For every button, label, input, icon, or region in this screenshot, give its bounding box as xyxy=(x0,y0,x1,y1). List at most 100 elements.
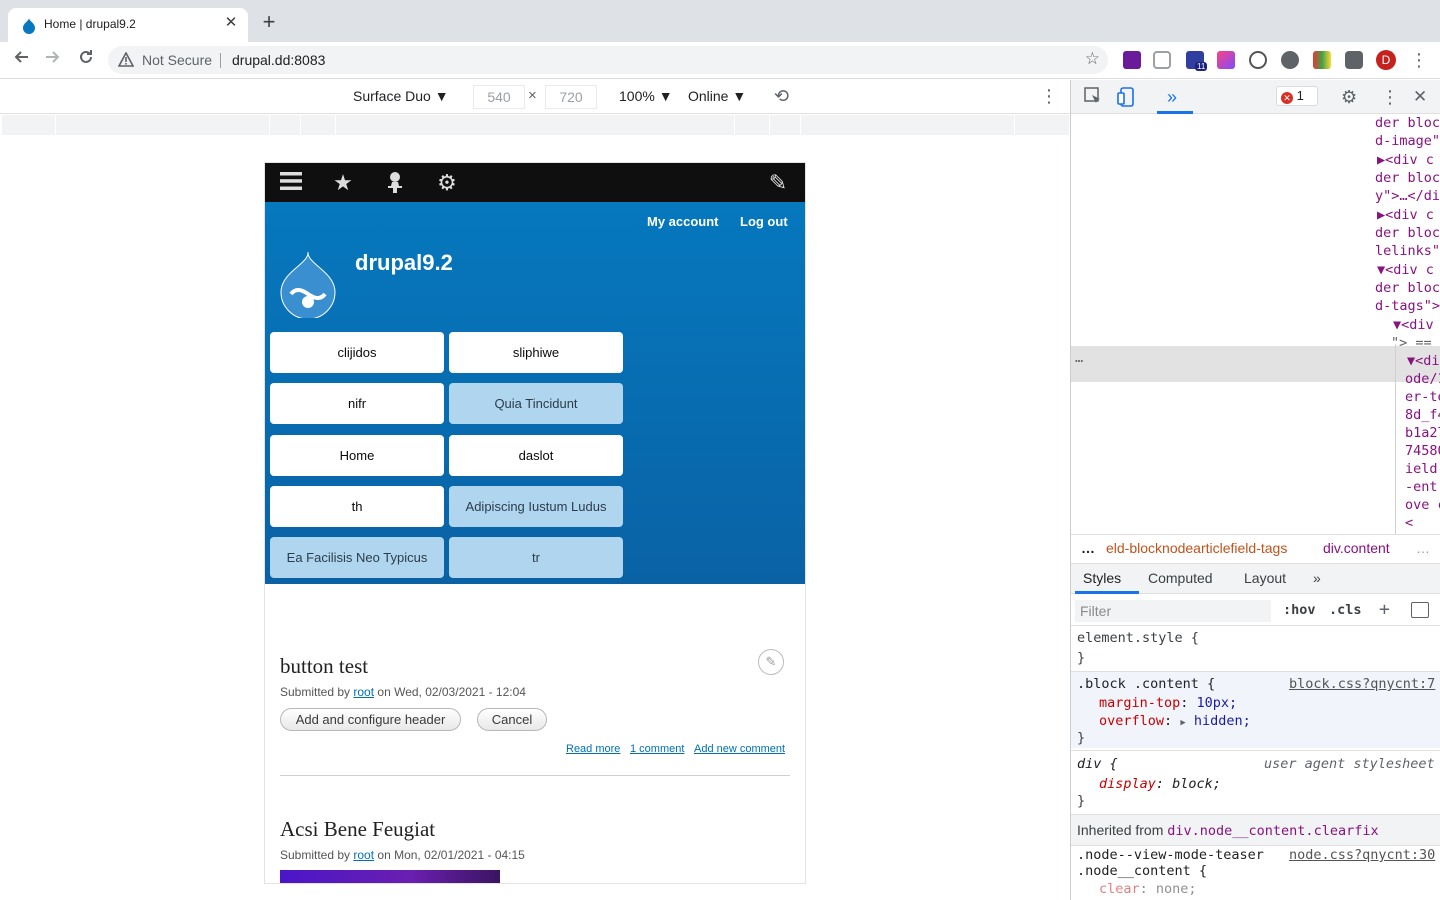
menu-item-clijidos[interactable]: clijidos xyxy=(270,332,444,373)
css-declaration[interactable]: margin-top: 10px; xyxy=(1099,695,1237,711)
reload-icon[interactable] xyxy=(75,49,97,71)
dom-node-line[interactable]: 74580 xyxy=(1405,442,1440,460)
forward-icon[interactable] xyxy=(42,49,64,71)
address-bar[interactable]: Not Secure drupal.dd:8083 ☆ xyxy=(108,46,1108,74)
dom-node-line[interactable]: -ent xyxy=(1405,478,1438,496)
dom-node-line[interactable]: d-tags"> xyxy=(1375,297,1440,315)
menu-item-sliphiwe[interactable]: sliphiwe xyxy=(449,332,623,373)
profile-avatar[interactable]: D xyxy=(1376,50,1396,70)
bookmark-star-icon[interactable]: ☆ xyxy=(1085,49,1100,69)
dom-node-line[interactable]: er-te xyxy=(1405,388,1440,406)
rule-selector[interactable]: .block .content { xyxy=(1077,676,1215,692)
author-link[interactable]: root xyxy=(353,685,374,699)
menu-item-quia-tincidunt[interactable]: Quia Tincidunt xyxy=(449,383,623,424)
chrome-menu-icon[interactable]: ⋮ xyxy=(1410,48,1428,72)
tab-computed[interactable]: Computed xyxy=(1148,570,1213,586)
menu-item-adipiscing-iustum-ludus[interactable]: Adipiscing Iustum Ludus xyxy=(449,486,623,527)
more-tabs-icon[interactable]: » xyxy=(1313,570,1321,586)
cls-toggle[interactable]: .cls xyxy=(1329,602,1362,618)
viewport-height-input[interactable]: 720 xyxy=(545,85,597,109)
toggle-sidebar-icon[interactable] xyxy=(1411,602,1429,618)
close-tab-icon[interactable]: ✕ xyxy=(222,14,240,32)
dom-node-line[interactable]: ▼<di xyxy=(1407,352,1440,370)
tab-styles[interactable]: Styles xyxy=(1083,570,1121,586)
back-icon[interactable] xyxy=(10,49,32,71)
device-select[interactable]: Surface Duo ▼ xyxy=(353,88,449,104)
error-counter[interactable]: ✕ 1 xyxy=(1276,86,1318,106)
dom-node-line[interactable]: der bloc xyxy=(1375,224,1440,242)
rule-source-link[interactable]: block.css?qnycnt:7 xyxy=(1289,676,1435,692)
author-link[interactable]: root xyxy=(353,848,374,862)
extension-pen-icon[interactable] xyxy=(1123,51,1141,69)
viewport-width-input[interactable]: 540 xyxy=(473,85,525,109)
extension-color-icon[interactable] xyxy=(1217,51,1235,69)
cancel-button[interactable]: Cancel xyxy=(477,708,547,731)
hov-toggle[interactable]: :hov xyxy=(1283,602,1316,618)
extension-camera-icon[interactable] xyxy=(1153,51,1171,69)
hamburger-menu-icon[interactable] xyxy=(279,171,303,195)
styles-filter-input[interactable]: Filter xyxy=(1075,600,1271,622)
zoom-select[interactable]: 100% ▼ xyxy=(619,88,673,104)
device-more-icon[interactable]: ⋮ xyxy=(1040,86,1058,107)
device-toggle-icon[interactable] xyxy=(1117,87,1135,112)
add-new-comment-link[interactable]: Add new comment xyxy=(694,743,785,755)
devtools-close-icon[interactable]: ✕ xyxy=(1413,87,1427,107)
url-text[interactable]: drupal.dd:8083 xyxy=(232,52,325,68)
media-query-ruler[interactable] xyxy=(2,115,1069,135)
breadcrumb-item[interactable]: div.content xyxy=(1323,540,1390,556)
breadcrumb-ellipsis[interactable]: … xyxy=(1081,540,1095,556)
add-configure-header-button[interactable]: Add and configure header xyxy=(280,708,461,731)
menu-item-th[interactable]: th xyxy=(270,486,444,527)
rotate-icon[interactable]: ⟲ xyxy=(774,86,789,107)
new-rule-icon[interactable]: + xyxy=(1379,599,1390,620)
dom-node-line[interactable]: d-image" xyxy=(1375,132,1440,150)
elements-tree[interactable]: … der bloc d-image" ▶<div c der bloc y">…</d… xyxy=(1071,114,1440,534)
dom-node-line[interactable]: 8d_f4 xyxy=(1405,406,1440,424)
breadcrumb-more[interactable]: … xyxy=(1416,540,1430,556)
tab-layout[interactable]: Layout xyxy=(1244,570,1286,586)
rule-source-link[interactable]: node.css?qnycnt:30 xyxy=(1289,847,1435,863)
dom-node-line[interactable]: der bloc xyxy=(1375,114,1440,132)
dom-node-line[interactable]: y">…</di xyxy=(1375,187,1440,205)
menu-item-tr[interactable]: tr xyxy=(449,537,623,578)
comment-count-link[interactable]: 1 comment xyxy=(630,743,684,755)
article-image[interactable] xyxy=(280,870,500,883)
menu-item-daslot[interactable]: daslot xyxy=(449,435,623,476)
article-title[interactable]: button test xyxy=(280,654,368,679)
dom-node-line[interactable]: der bloc xyxy=(1375,169,1440,187)
network-throttle-select[interactable]: Online ▼ xyxy=(688,88,746,104)
dom-node-line[interactable]: ▶<div c xyxy=(1377,206,1434,224)
rule-selector[interactable]: .node__content { xyxy=(1077,863,1207,879)
extensions-puzzle-icon[interactable] xyxy=(1345,51,1363,69)
more-panels-icon[interactable]: » xyxy=(1167,87,1177,108)
edit-pencil-icon[interactable]: ✎ xyxy=(766,171,790,195)
dom-node-line[interactable]: b1a27 xyxy=(1405,424,1440,442)
dom-node-line[interactable]: ield- xyxy=(1405,460,1440,478)
site-name[interactable]: drupal9.2 xyxy=(355,250,453,276)
contextual-edit-icon[interactable]: ✎ xyxy=(758,649,784,675)
inspect-element-icon[interactable] xyxy=(1084,87,1102,110)
dom-node-line[interactable]: ove c xyxy=(1405,496,1440,514)
security-label[interactable]: Not Secure xyxy=(142,52,212,68)
extension-grid-icon[interactable] xyxy=(1313,51,1331,69)
rule-selector[interactable]: div { xyxy=(1077,756,1118,772)
dom-node-line[interactable]: der bloc xyxy=(1375,279,1440,297)
log-out-link[interactable]: Log out xyxy=(740,214,788,229)
dom-node-line[interactable]: < xyxy=(1405,514,1413,532)
menu-item-ea-facilisis-neo-typicus[interactable]: Ea Facilisis Neo Typicus xyxy=(270,537,444,578)
menu-item-nifr[interactable]: nifr xyxy=(270,383,444,424)
menu-item-home[interactable]: Home xyxy=(270,435,444,476)
dom-node-line[interactable]: "> == xyxy=(1391,334,1432,352)
devtools-settings-gear-icon[interactable]: ⚙ xyxy=(1341,87,1357,108)
user-icon[interactable] xyxy=(383,171,407,195)
dom-node-line[interactable]: ▶<div c xyxy=(1377,151,1434,169)
devtools-menu-icon[interactable]: ⋮ xyxy=(1381,87,1399,108)
dom-node-line[interactable]: lelinks" xyxy=(1375,242,1440,260)
extension-react-icon[interactable] xyxy=(1249,51,1267,69)
drupal-logo[interactable] xyxy=(279,250,337,321)
breadcrumb-item[interactable]: eld-blocknodearticlefield-tags xyxy=(1106,540,1287,556)
shortcuts-star-icon[interactable]: ★ xyxy=(331,171,355,195)
warning-icon[interactable] xyxy=(117,51,135,70)
selected-node-row[interactable] xyxy=(1071,346,1440,382)
dom-node-line[interactable]: ▼<div c xyxy=(1377,261,1434,279)
